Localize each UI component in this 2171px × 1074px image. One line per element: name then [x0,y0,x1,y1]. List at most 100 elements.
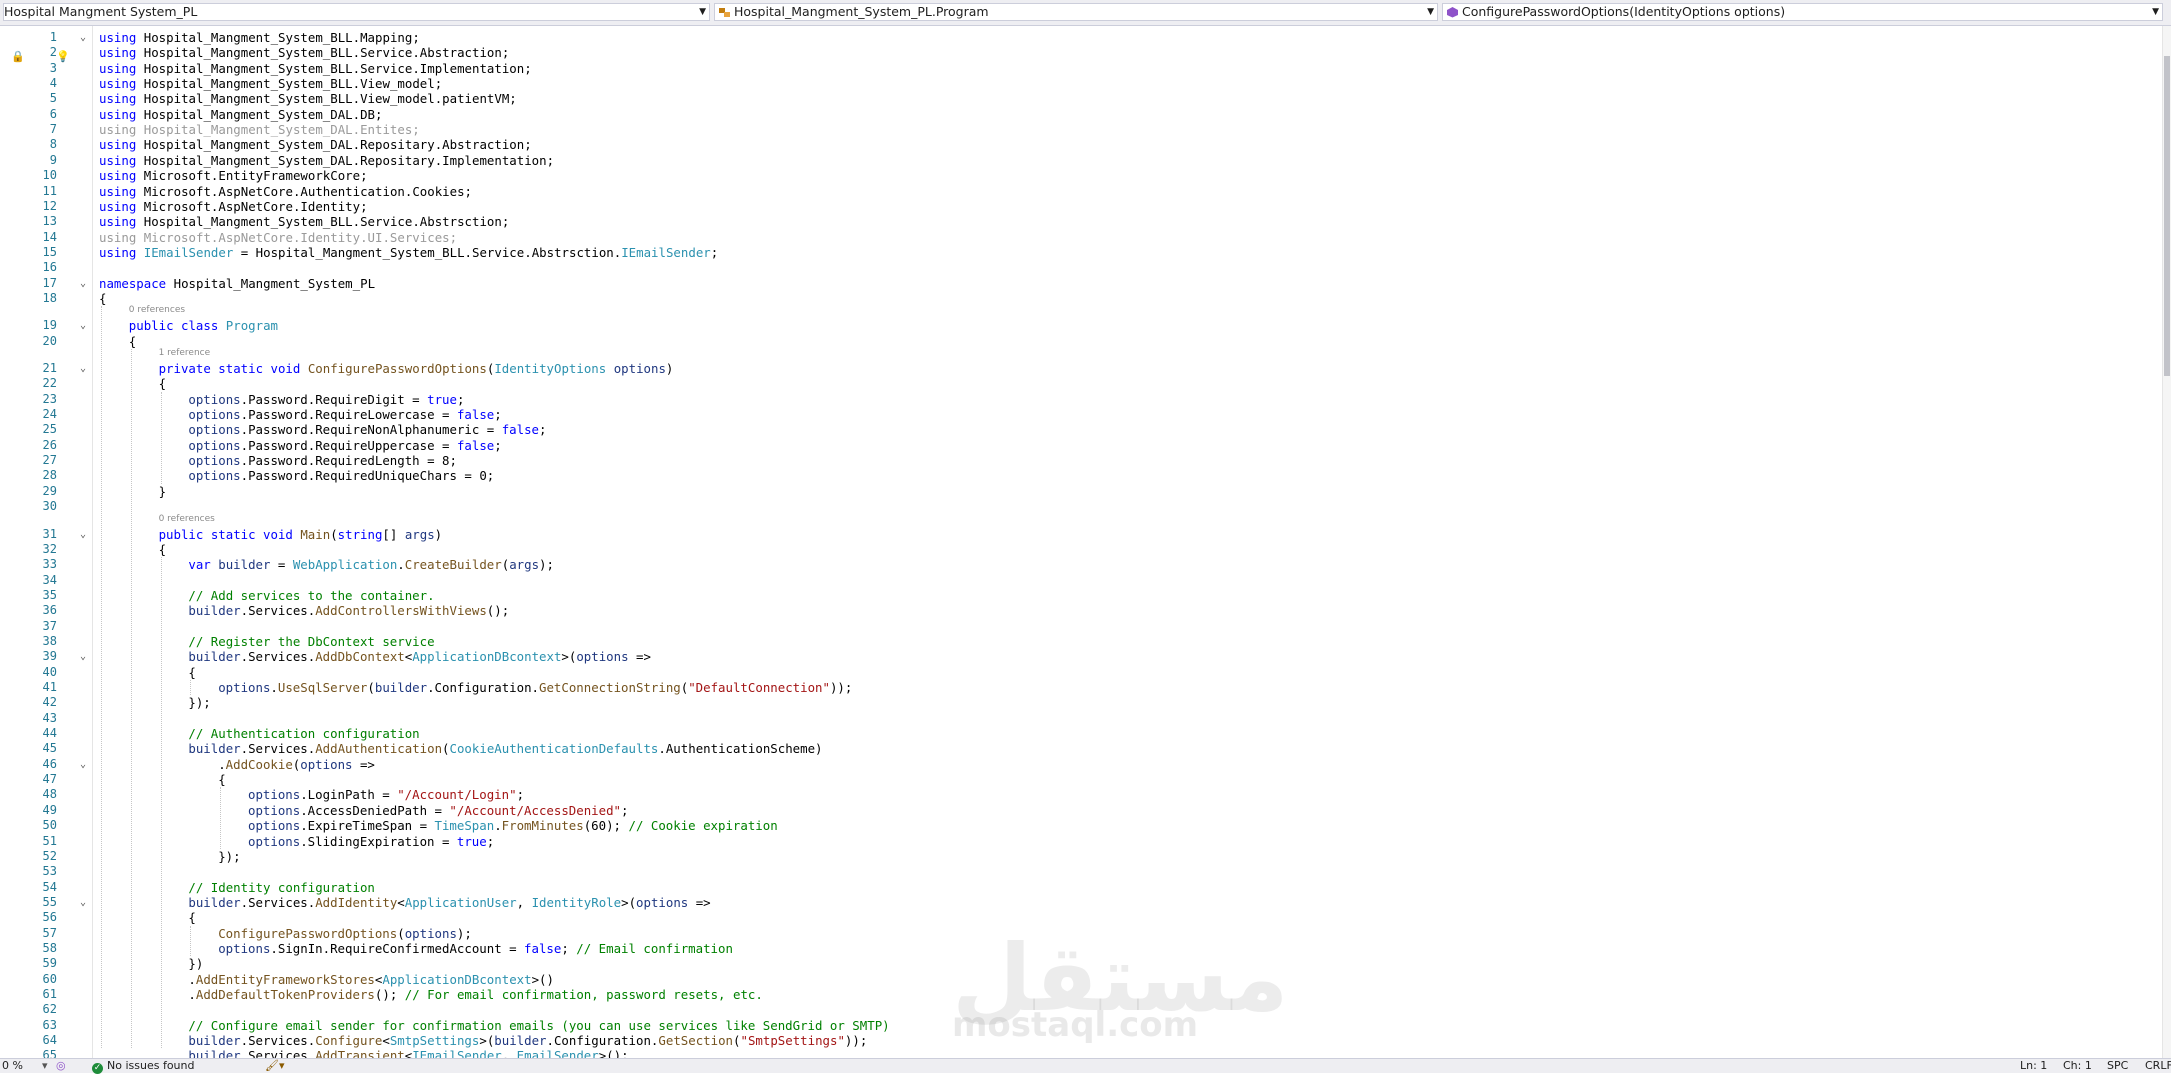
code-line[interactable]: 43 [0,711,2160,726]
code-line[interactable]: 56 { [0,910,2160,925]
code-text: { [188,910,196,926]
codelens-references[interactable]: 0 references [129,305,185,315]
fold-chevron-icon[interactable]: ⌄ [80,318,91,333]
fold-chevron-icon[interactable]: ⌄ [80,895,91,910]
code-line[interactable]: 11 using Microsoft.AspNetCore.Authenticat… [0,184,2160,199]
code-line[interactable]: 21 ⌄ private static void ConfigurePassword… [0,361,2160,376]
whitespace-indicator[interactable]: SPC [2107,1059,2128,1073]
code-line[interactable]: 28 options.Password.RequiredUniqueChars =… [0,468,2160,483]
code-line[interactable]: 50 options.ExpireTimeSpan = TimeSpan.From… [0,818,2160,833]
code-line[interactable]: 22 { [0,376,2160,391]
fold-chevron-icon[interactable]: ⌄ [80,527,91,542]
code-line[interactable]: 20 { [0,334,2160,349]
code-line[interactable]: 26 options.Password.RequireUppercase = fa… [0,438,2160,453]
code-line[interactable]: 38 // Register the DbContext service [0,634,2160,649]
code-line[interactable]: 6 using Hospital_Mangment_System_DAL.DB; [0,107,2160,122]
code-line[interactable]: 49 options.AccessDeniedPath = "/Account/A… [0,803,2160,818]
code-editor[interactable]: 🔒 💡 1 ⌄ using Hospital_Mangment_System_BLL… [0,26,2171,1058]
scrollbar-thumb[interactable] [2164,56,2170,376]
code-line[interactable]: 12 using Microsoft.AspNetCore.Identity; [0,199,2160,214]
code-line[interactable]: 13 using Hospital_Mangment_System_BLL.Ser… [0,214,2160,229]
line-number: 27 [42,453,57,468]
code-line[interactable]: 52}); [0,849,2160,864]
code-line[interactable]: 31 ⌄ public static void Main(string[] args… [0,527,2160,542]
type-dropdown[interactable]: Hospital_Mangment_System_PL.Program ▼ [714,3,1438,21]
line-number: 11 [42,183,57,198]
code-line[interactable]: 32 { [0,542,2160,557]
code-line[interactable]: 41 options.UseSqlServer(builder.Configura… [0,680,2160,695]
code-line[interactable]: 17 ⌄ namespace Hospital_Mangment_System_PL [0,276,2160,291]
code-line[interactable]: 30 [0,499,2160,514]
code-line[interactable]: 5 using Hospital_Mangment_System_BLL.View… [0,91,2160,106]
line-number: 14 [42,229,57,244]
fold-chevron-icon[interactable]: ⌄ [80,361,91,376]
code-line[interactable]: 9 using Hospital_Mangment_System_DAL.Repo… [0,153,2160,168]
fold-chevron-icon[interactable]: ⌄ [80,757,91,772]
fold-chevron-icon[interactable]: ⌄ [80,30,91,45]
fold-chevron-icon[interactable]: ⌄ [80,276,91,291]
code-line[interactable]: 10 using Microsoft.EntityFrameworkCore; [0,168,2160,183]
column-indicator[interactable]: Ch: 1 [2063,1059,2092,1073]
code-text: // Configure email sender for confirmati… [188,1017,890,1033]
codelens-references[interactable]: 1 reference [159,348,211,358]
indent-guide [160,391,162,484]
member-dropdown[interactable]: ConfigurePasswordOptions(IdentityOptions… [1442,3,2163,21]
code-line[interactable]: 19 ⌄ public class Program [0,318,2160,333]
code-line[interactable]: 33 var builder = WebApplication.CreateBui… [0,557,2160,572]
line-number: 43 [42,710,57,725]
code-line[interactable]: 14 using Microsoft.AspNetCore.Identity.UI… [0,230,2160,245]
code-text: options.Password.RequireLowercase = fals… [188,407,502,423]
code-line[interactable]: 51 options.SlidingExpiration = true; [0,834,2160,849]
project-dropdown[interactable]: Hospital Mangment System_PL ▼ [3,3,710,21]
code-line[interactable]: 8 using Hospital_Mangment_System_DAL.Repo… [0,137,2160,152]
code-line[interactable]: 53 [0,864,2160,879]
code-line[interactable]: 18 { [0,291,2160,306]
line-ending-indicator[interactable]: CRLF [2145,1059,2171,1073]
code-line[interactable]: 48 options.LoginPath = "/Account/Login"; [0,787,2160,802]
code-line[interactable]: 47 { [0,772,2160,787]
code-line[interactable]: 15 using IEmailSender = Hospital_Mangment… [0,245,2160,260]
line-number: 40 [42,664,57,679]
line-number: 7 [49,122,57,137]
copilot-icon[interactable]: ◎ [56,1059,66,1073]
code-line[interactable]: 27 options.Password.RequiredLength = 8; [0,453,2160,468]
code-line[interactable]: 25 options.Password.RequireNonAlphanumeri… [0,422,2160,437]
code-text: using Hospital_Mangment_System_DAL.Repos… [99,137,532,153]
line-number: 51 [42,833,57,848]
vertical-scrollbar[interactable] [2162,26,2171,1058]
code-line[interactable]: 34 [0,573,2160,588]
code-text: ConfigurePasswordOptions(options); [218,925,472,941]
code-line[interactable]: 4 using Hospital_Mangment_System_BLL.View… [0,76,2160,91]
code-line[interactable]: 40 { [0,665,2160,680]
code-line[interactable]: 46 ⌄ .AddCookie(options => [0,757,2160,772]
code-line[interactable]: 35 // Add services to the container. [0,588,2160,603]
code-line[interactable]: 39 ⌄ builder.Services.AddDbContext<Applica… [0,649,2160,664]
code-line[interactable]: 2 using Hospital_Mangment_System_BLL.Serv… [0,45,2160,60]
chevron-down-icon[interactable]: ▾ [42,1059,48,1073]
fold-chevron-icon[interactable]: ⌄ [80,649,91,664]
code-line[interactable]: 55 ⌄ builder.Services.AddIdentity<Applicat… [0,895,2160,910]
brush-icon[interactable]: 🖌▾ [265,1059,285,1073]
code-line[interactable]: 24 options.Password.RequireLowercase = fa… [0,407,2160,422]
code-line[interactable]: 16 [0,260,2160,275]
line-number: 25 [42,422,57,437]
line-number: 30 [42,499,57,514]
line-indicator[interactable]: Ln: 1 [2020,1059,2047,1073]
line-number: 23 [42,391,57,406]
code-line[interactable]: 3 using Hospital_Mangment_System_BLL.Serv… [0,61,2160,76]
code-line[interactable]: 7 using Hospital_Mangment_System_DAL.Enti… [0,122,2160,137]
code-line[interactable]: 42}); [0,695,2160,710]
code-line[interactable]: 1 ⌄ using Hospital_Mangment_System_BLL.Map… [0,30,2160,45]
code-line[interactable]: 37 [0,619,2160,634]
codelens-references[interactable]: 0 references [159,514,215,524]
code-line[interactable]: 45 builder.Services.AddAuthentication(Coo… [0,741,2160,756]
indent-guide [130,349,132,1049]
code-line[interactable]: 23 options.Password.RequireDigit = true; [0,392,2160,407]
zoom-level[interactable]: 0 % [2,1059,23,1073]
code-line[interactable]: 44 // Authentication configuration [0,726,2160,741]
code-line[interactable]: 36 builder.Services.AddControllersWithVie… [0,603,2160,618]
line-number: 31 [42,526,57,541]
code-line[interactable]: 29} [0,484,2160,499]
code-line[interactable]: 65 builder.Services.AddTransient<IEmailSe… [0,1048,2160,1058]
code-line[interactable]: 54 // Identity configuration [0,880,2160,895]
